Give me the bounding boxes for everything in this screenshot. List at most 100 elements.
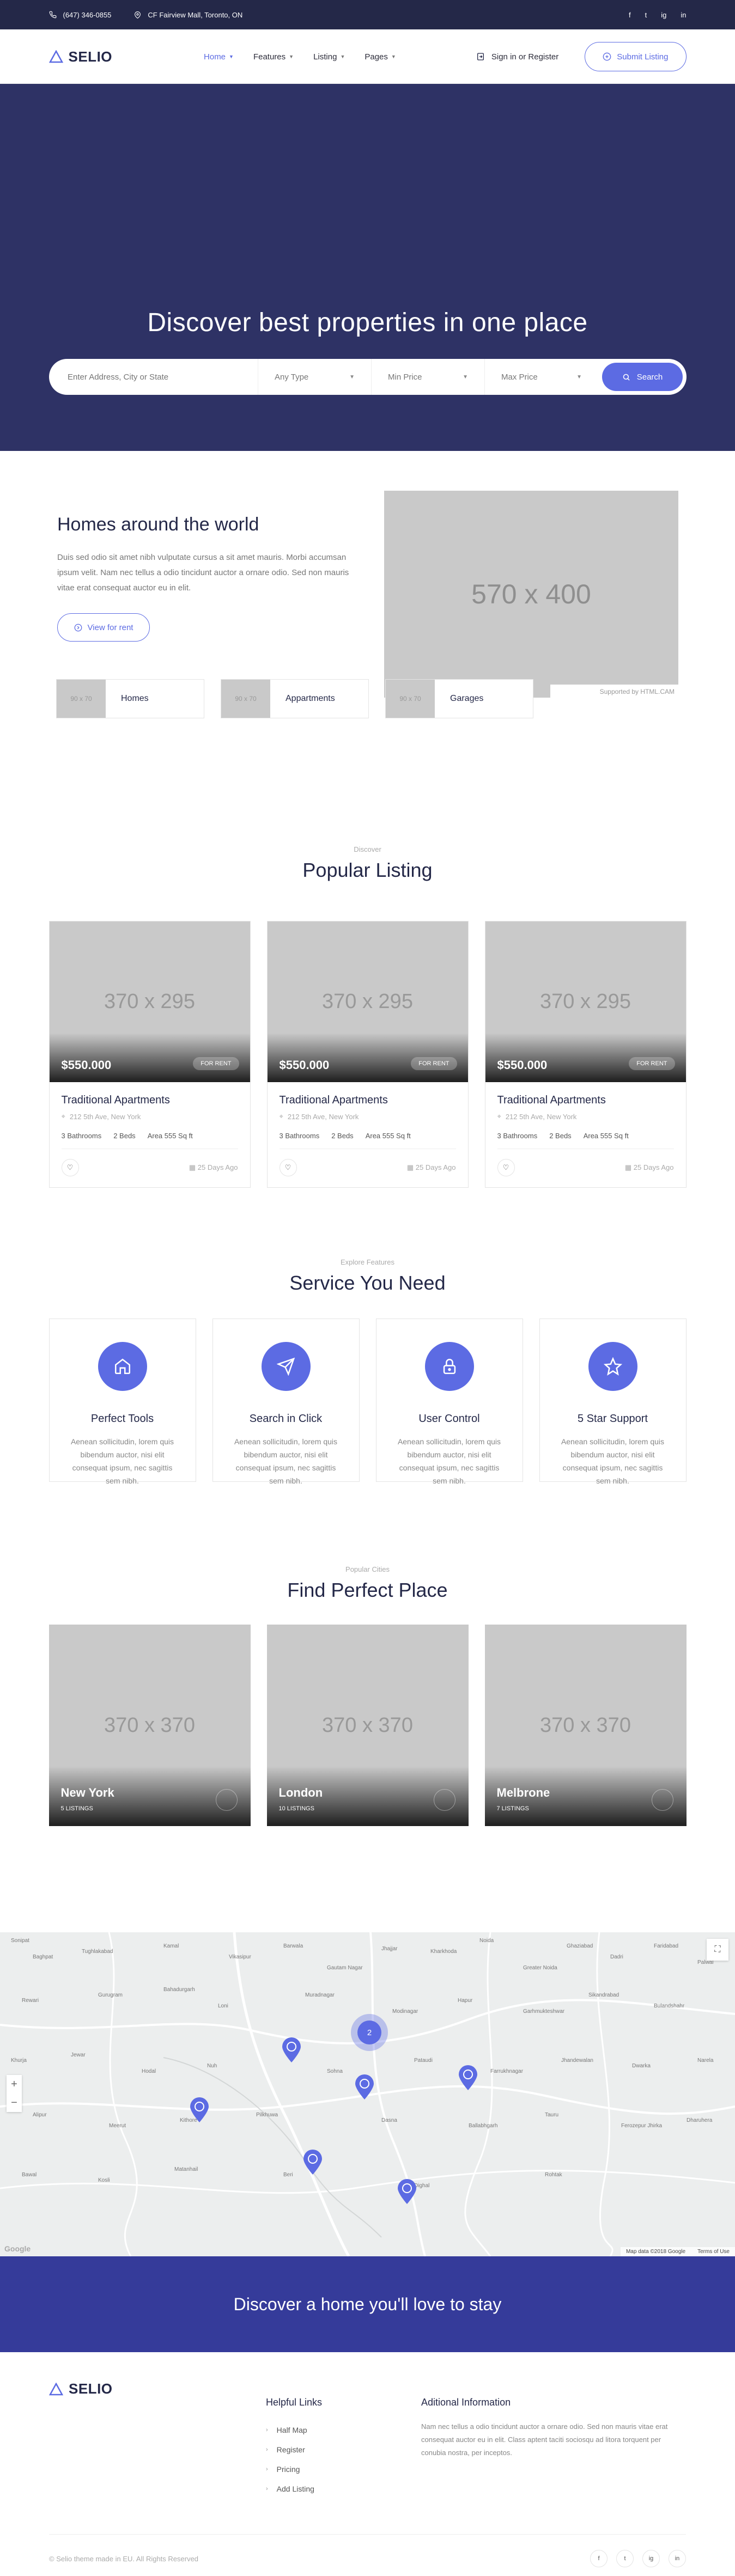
status-badge: FOR RENT xyxy=(629,1057,675,1070)
main-nav: Home ▼ Features ▼ Listing ▼ Pages ▼ xyxy=(204,52,396,62)
heart-icon[interactable]: ♡ xyxy=(497,1159,515,1176)
topbar: (647) 346-0855 CF Fairview Mall, Toronto… xyxy=(0,0,735,29)
fullscreen-button[interactable]: ⛶ xyxy=(707,1939,728,1961)
chevron-right-icon: › xyxy=(266,2486,268,2492)
map-marker-icon[interactable] xyxy=(354,2074,375,2100)
listing-price: $550.000 xyxy=(61,1058,112,1072)
service-card[interactable]: Search in Click Aenean sollicitudin, lor… xyxy=(212,1318,360,1485)
city-card-london[interactable]: 370 x 370 London 10 LISTINGS xyxy=(266,1625,469,1826)
listing-date-text: 25 Days Ago xyxy=(197,1163,238,1171)
heart-icon[interactable]: ♡ xyxy=(279,1159,297,1176)
view-for-rent-button[interactable]: View for rent xyxy=(57,613,150,642)
listing-card[interactable]: 370 x 295 $550.000 FOR RENT Traditional Apa… xyxy=(266,921,469,1188)
map-place-label: Greater Noida xyxy=(523,1965,557,1971)
map-place-label: Rewari xyxy=(22,1998,39,2004)
listing-title[interactable]: Traditional Apartments xyxy=(497,1094,674,1107)
area: Area 555 Sq ft xyxy=(583,1132,629,1140)
city-card-melbrone[interactable]: 370 x 370 Melbrone 7 LISTINGS xyxy=(484,1625,687,1826)
service-name: Search in Click xyxy=(249,1413,323,1425)
footer-link-pricing[interactable]: › Pricing xyxy=(266,2459,322,2479)
status-badge: FOR RENT xyxy=(193,1057,239,1070)
info-text: Nam nec tellus a odio tincidunt auctor a… xyxy=(421,2422,668,2457)
listing-address: ⌖ 212 5th Ave, New York xyxy=(280,1112,456,1121)
listing-title[interactable]: Traditional Apartments xyxy=(280,1094,456,1107)
submit-listing-button[interactable]: Submit Listing xyxy=(585,42,687,71)
zoom-out-button[interactable]: − xyxy=(7,2093,22,2112)
phone-icon xyxy=(49,11,56,19)
logo-triangle-icon xyxy=(49,2382,63,2395)
service-card[interactable]: 5 Star Support Aenean sollicitudin, lore… xyxy=(539,1318,687,1485)
nav-features[interactable]: Features ▼ xyxy=(253,52,294,62)
category-garages[interactable]: 90 x 70 Garages xyxy=(385,679,533,718)
terms-link[interactable]: Terms of Use xyxy=(697,2249,730,2255)
facebook-icon[interactable]: f xyxy=(629,11,631,19)
listing-address-text: 212 5th Ave, New York xyxy=(69,1112,141,1121)
map-cluster[interactable]: 2 xyxy=(351,2014,388,2051)
location-field[interactable] xyxy=(49,359,258,395)
footer-link-register[interactable]: › Register xyxy=(266,2440,322,2459)
city-image-placeholder: 370 x 370 xyxy=(540,1713,631,1737)
zoom-in-button[interactable]: + xyxy=(7,2075,22,2093)
footer-link-half-map[interactable]: › Half Map xyxy=(266,2420,322,2440)
type-select[interactable]: Any Type ▼ xyxy=(258,359,372,395)
footer-logo[interactable]: SELIO xyxy=(49,2380,113,2397)
listing-card[interactable]: 370 x 295 $550.000 FOR RENT Traditional Apa… xyxy=(48,921,251,1188)
chevron-down-icon: ▼ xyxy=(391,54,396,59)
listing-title[interactable]: Traditional Apartments xyxy=(62,1094,238,1107)
map-marker-icon[interactable] xyxy=(397,2178,417,2205)
listing-card[interactable]: 370 x 295 $550.000 FOR RENT Traditional Apa… xyxy=(484,921,687,1188)
submit-listing-label: Submit Listing xyxy=(617,52,669,62)
twitter-icon[interactable]: t xyxy=(645,11,647,19)
footer-link-add-listing[interactable]: › Add Listing xyxy=(266,2479,322,2499)
map-marker-icon[interactable] xyxy=(458,2065,478,2091)
min-price-select[interactable]: Min Price ▼ xyxy=(372,359,485,395)
map-place-label: Noida xyxy=(479,1938,494,1944)
linkedin-icon[interactable]: in xyxy=(681,11,686,19)
listing-image[interactable]: 370 x 295 $550.000 FOR RENT xyxy=(267,921,468,1082)
helpful-links-title: Helpful Links xyxy=(266,2397,323,2408)
nav-home[interactable]: Home ▼ xyxy=(204,52,234,62)
homes-image: 570 x 400 xyxy=(384,491,678,698)
city-card-new-york[interactable]: 370 x 370 New York 5 LISTINGS xyxy=(48,1625,251,1826)
site-logo[interactable]: SELIO xyxy=(48,48,113,65)
listing-image[interactable]: 370 x 295 $550.000 FOR RENT xyxy=(485,921,686,1082)
service-card[interactable]: Perfect Tools Aenean sollicitudin, lorem… xyxy=(48,1318,196,1485)
footer-bottom: © Selio theme made in EU. All Rights Res… xyxy=(49,2534,686,2567)
min-price-value: Min Price xyxy=(388,372,422,382)
map-place-label: Ballabhgarh xyxy=(469,2123,498,2129)
service-card[interactable]: User Control Aenean sollicitudin, lorem … xyxy=(375,1318,523,1485)
calendar-icon: ▦ xyxy=(406,1163,416,1171)
max-price-select[interactable]: Max Price ▼ xyxy=(485,359,598,395)
nav-pages[interactable]: Pages ▼ xyxy=(365,52,396,62)
map-place-label: Farrukhnagar xyxy=(490,2068,524,2074)
heart-icon[interactable]: ♡ xyxy=(61,1159,79,1176)
map-place-label: Bulandshahr xyxy=(654,2003,685,2009)
nav-listing[interactable]: Listing ▼ xyxy=(313,52,345,62)
service-text: Aenean sollicitudin, lorem quis bibendum… xyxy=(234,1437,338,1485)
map-place-label: Tughlakabad xyxy=(82,1949,113,1955)
properties-map[interactable]: Sonipat Baghpat Tughlakabad Kamal Vikasipur B… xyxy=(0,1932,735,2256)
map-place-label: Matanhail xyxy=(174,2166,198,2172)
listing-date-text: 25 Days Ago xyxy=(415,1163,456,1171)
category-homes[interactable]: 90 x 70 Homes xyxy=(56,679,204,718)
map-place-label: Rohtak xyxy=(545,2172,562,2178)
instagram-icon[interactable]: ig xyxy=(661,11,666,19)
city-count: 7 LISTINGS xyxy=(496,1805,529,1812)
search-button[interactable]: Search xyxy=(602,363,683,391)
facebook-icon[interactable]: f xyxy=(590,2550,608,2567)
twitter-icon[interactable]: t xyxy=(616,2550,634,2567)
listing-image[interactable]: 370 x 295 $550.000 FOR RENT xyxy=(49,921,250,1082)
map-marker-icon[interactable] xyxy=(189,2097,210,2123)
signin-link[interactable]: Sign in or Register xyxy=(476,52,558,62)
map-marker-icon[interactable] xyxy=(281,2037,302,2063)
map-marker-icon[interactable] xyxy=(302,2149,323,2175)
chevron-down-icon: ▼ xyxy=(349,374,355,380)
category-appartments[interactable]: 90 x 70 Appartments xyxy=(221,679,369,718)
listing-date: ▦ 25 Days Ago xyxy=(407,1163,456,1172)
map-pin-icon: ⌖ xyxy=(497,1112,501,1120)
map-place-label: Ghaziabad xyxy=(567,1943,593,1949)
phone-contact[interactable]: (647) 346-0855 xyxy=(49,11,111,19)
instagram-icon[interactable]: ig xyxy=(642,2550,660,2567)
linkedin-icon[interactable]: in xyxy=(669,2550,686,2567)
location-input[interactable] xyxy=(68,372,241,382)
